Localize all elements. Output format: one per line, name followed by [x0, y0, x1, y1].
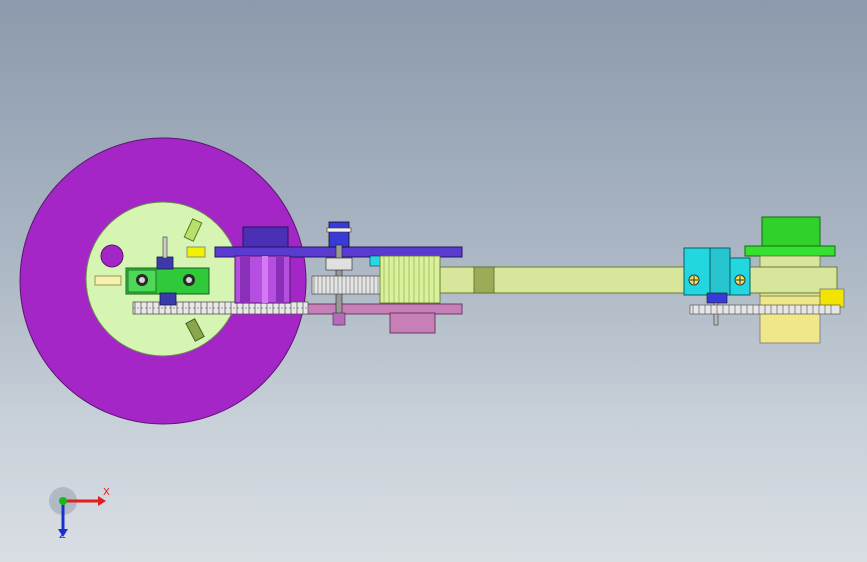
z-axis-label: Z	[59, 530, 66, 541]
gear-housing-top	[242, 226, 289, 250]
cyan-block-right	[709, 247, 731, 296]
yellow-tab	[819, 288, 845, 308]
mechanism-assembly[interactable]	[0, 0, 867, 562]
gear-strip-left	[132, 301, 309, 315]
gear-strip-right	[689, 304, 841, 315]
green-flange	[744, 245, 836, 257]
green-cap-top	[761, 216, 821, 248]
hub-hole	[100, 244, 124, 268]
base-plate	[304, 303, 463, 315]
arm-joint	[473, 266, 495, 294]
y-axis-dot	[59, 497, 67, 505]
right-base	[759, 289, 821, 344]
hub-slot	[94, 275, 122, 286]
base-block	[389, 312, 436, 334]
cyan-block-left	[683, 247, 711, 296]
cad-viewport[interactable]: X Z	[0, 0, 867, 562]
right-assembly[interactable]	[683, 216, 845, 344]
x-axis-label: X	[103, 487, 110, 498]
gear-cylinder	[379, 255, 441, 304]
cylinder-group	[234, 255, 291, 304]
small-yellow-tab	[186, 246, 206, 258]
